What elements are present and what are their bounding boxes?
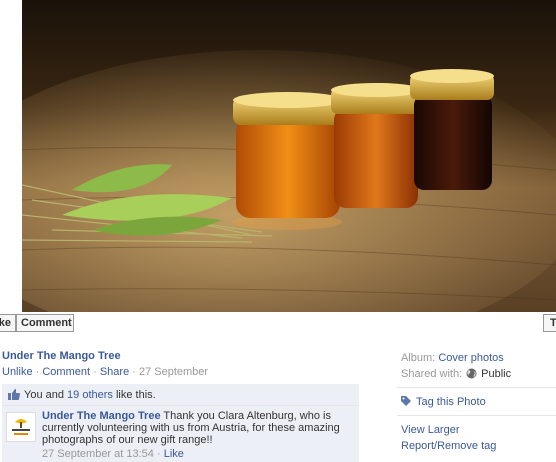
view-larger-row: View Larger [401,422,556,438]
comment-meta: 27 September at 13:54 · Like [42,448,184,460]
meta-separator: · [129,366,139,378]
post-date[interactable]: 27 September [139,366,208,378]
avatar[interactable] [6,412,36,442]
photo-viewer [0,0,556,312]
unlike-link[interactable]: Unlike [2,366,33,378]
divider [397,415,556,416]
meta-separator: · [90,366,100,378]
shared-label: Shared with: [401,368,463,380]
album-label: Album: [401,352,436,364]
report-row: Report/Remove tag [401,438,556,454]
report-tag-link[interactable]: Report/Remove tag [401,440,496,452]
thumbs-up-icon [8,389,20,400]
photo-sidebar: Album: Cover photos Shared with: Public … [397,350,556,454]
globe-icon [466,368,477,379]
tag-photo-link[interactable]: Tag this Photo [416,396,486,408]
comment-like-link[interactable]: Like [164,448,184,460]
share-link[interactable]: Share [100,366,129,378]
likes-prefix: You and [24,389,68,401]
post-author[interactable]: Under The Mango Tree [2,350,121,362]
comment-timestamp[interactable]: 27 September at 13:54 [42,448,154,460]
post-meta: Unlike · Comment · Share · 27 September [2,366,208,378]
like-button[interactable]: ke [0,314,16,332]
shared-row: Shared with: Public [401,366,556,382]
tag-row: Tag this Photo [401,394,556,410]
comment-link[interactable]: Comment [42,366,90,378]
meta-separator: · [153,448,164,460]
tag-button[interactable]: T [543,314,556,332]
privacy-public[interactable]: Public [481,368,511,380]
photo-action-bar: ke Comment T [0,314,556,334]
comment-button[interactable]: Comment [16,314,74,332]
album-link[interactable]: Cover photos [438,352,503,364]
view-larger-link[interactable]: View Larger [401,424,460,436]
comment-body: Under The Mango Tree Thank you Clara Alt… [42,410,354,446]
album-row: Album: Cover photos [401,350,556,366]
feedback-box: You and 19 others like this. Under The M… [2,384,359,462]
comment-author[interactable]: Under The Mango Tree [42,410,161,422]
meta-separator: · [32,366,43,378]
cover-photo[interactable] [22,0,556,312]
comment-item: Under The Mango Tree Thank you Clara Alt… [2,406,359,462]
likes-others-link[interactable]: 19 others [67,389,113,401]
likes-suffix: like this. [112,389,156,401]
likes-summary: You and 19 others like this. [2,384,359,406]
divider [397,387,556,388]
tag-icon [401,395,411,406]
